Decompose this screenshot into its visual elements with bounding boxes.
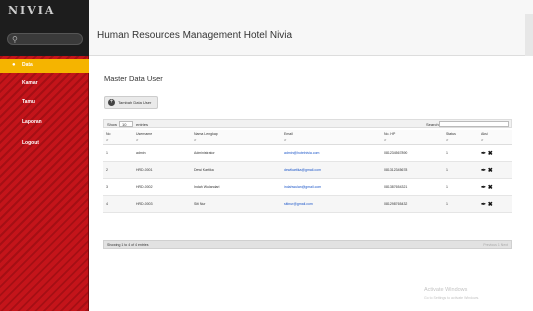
search-icon: ⚲ [12,35,18,44]
edit-icon[interactable]: ✒ [481,185,486,191]
logo: NIVIA [8,4,56,17]
cell-email[interactable]: dewikartika@gmail.com [281,161,381,179]
windows-activation-watermark: Activate Windows Go to Settings to activ… [424,286,479,302]
cell-status: 1 [443,178,478,196]
sidebar-item-label: Tamu [22,99,35,105]
cell-email[interactable]: sitinur@gmail.com [281,195,381,213]
delete-icon[interactable]: ✖ [488,151,493,157]
col-header-email[interactable]: Email ⇵ [281,130,381,145]
cell-status: 1 [443,161,478,179]
col-header-hp[interactable]: No. HP ⇵ [381,130,443,145]
sidebar: NIVIA ⚲ ● Data Kamar Tamu Laporan Logout [0,0,89,311]
show-label: Show [107,122,118,127]
sidebar-search[interactable]: ⚲ [7,33,83,45]
cell-nama: Siti Nur [191,195,281,213]
col-header-aksi: Aksi ⇵ [478,130,512,145]
cell-username: admin [133,144,191,162]
brand-area: NIVIA ⚲ [0,0,89,56]
cell-hp: 081312345678 [381,161,443,179]
table-row: 4 HRD-0003 Siti Nur sitinur@gmail.com 08… [103,195,512,213]
sidebar-item-label: Kamar [22,80,38,86]
col-header-no[interactable]: No ⇵ [103,130,133,145]
cell-actions: ✒ ✖ [478,144,512,162]
watermark-subtitle: Go to Settings to activate Windows. [424,296,480,300]
cell-actions: ✒ ✖ [478,178,512,196]
edit-icon[interactable]: ✒ [481,151,486,157]
plus-icon: + [108,99,115,106]
page-header-title: Human Resources Management Hotel Nivia [97,30,293,41]
cell-username: HRD-0003 [133,195,191,213]
sidebar-item-logout[interactable]: Logout [0,137,89,151]
col-header-status[interactable]: Status ⇵ [443,130,478,145]
cell-no: 3 [103,178,133,196]
cell-email[interactable]: indahwulan@gmail.com [281,178,381,196]
cell-no: 4 [103,195,133,213]
table-info: Showing 1 to 4 of 4 entries [107,243,149,247]
home-icon: ● [12,62,16,68]
table-header-row: No ⇵ Username ⇵ Nama Lengkap ⇵ Email ⇵ No. H… [103,130,512,145]
sidebar-item-laporan[interactable]: Laporan [0,116,89,130]
table-row: 3 HRD-0002 Indah Wulandari indahwulan@gm… [103,178,512,196]
col-header-nama[interactable]: Nama Lengkap ⇵ [191,130,281,145]
sidebar-item-label: Data [22,62,33,68]
table-search-input[interactable] [439,121,509,127]
sidebar-item-tamu[interactable]: Tamu [0,96,89,110]
header-edge [525,14,533,56]
table-footer: Showing 1 to 4 of 4 entries Previous 1 N… [103,240,512,249]
header: Human Resources Management Hotel Nivia [89,0,533,56]
add-user-button[interactable]: + Tambah Data User [104,96,158,109]
pagination[interactable]: Previous 1 Next [483,243,508,247]
page-title: Master Data User [104,74,163,83]
cell-nama: Administrator [191,144,281,162]
cell-no: 2 [103,161,133,179]
sidebar-item-data[interactable]: ● Data [0,59,89,73]
cell-actions: ✒ ✖ [478,161,512,179]
cell-actions: ✒ ✖ [478,195,512,213]
cell-nama: Dewi Kartika [191,161,281,179]
watermark-title: Activate Windows [424,287,468,293]
sidebar-item-kamar[interactable]: Kamar [0,77,89,91]
cell-username: HRD-0001 [133,161,191,179]
cell-username: HRD-0002 [133,178,191,196]
main-content: Master Data User + Tambah Data User Show… [89,57,533,311]
cell-hp: 081234567890 [381,144,443,162]
cell-hp: 081298765432 [381,195,443,213]
table-toolbar: Show 10 entries Search: [103,119,512,128]
table-row: 1 admin Administrator admin@hotelnivia.c… [103,144,512,162]
delete-icon[interactable]: ✖ [488,168,493,174]
edit-icon[interactable]: ✒ [481,168,486,174]
table-row: 2 HRD-0001 Dewi Kartika dewikartika@gmai… [103,161,512,179]
search-label: Search: [426,122,440,127]
cell-nama: Indah Wulandari [191,178,281,196]
cell-email[interactable]: admin@hotelnivia.com [281,144,381,162]
entries-select[interactable]: 10 [119,121,133,127]
col-header-username[interactable]: Username ⇵ [133,130,191,145]
add-user-label: Tambah Data User [118,100,152,105]
delete-icon[interactable]: ✖ [488,185,493,191]
cell-status: 1 [443,144,478,162]
entries-label: entries [136,122,149,127]
cell-hp: 081387654321 [381,178,443,196]
cell-status: 1 [443,195,478,213]
user-table: No ⇵ Username ⇵ Nama Lengkap ⇵ Email ⇵ No. H… [103,130,512,213]
cell-no: 1 [103,144,133,162]
sidebar-item-label: Logout [22,140,39,146]
edit-icon[interactable]: ✒ [481,202,486,208]
delete-icon[interactable]: ✖ [488,202,493,208]
sidebar-item-label: Laporan [22,119,42,125]
